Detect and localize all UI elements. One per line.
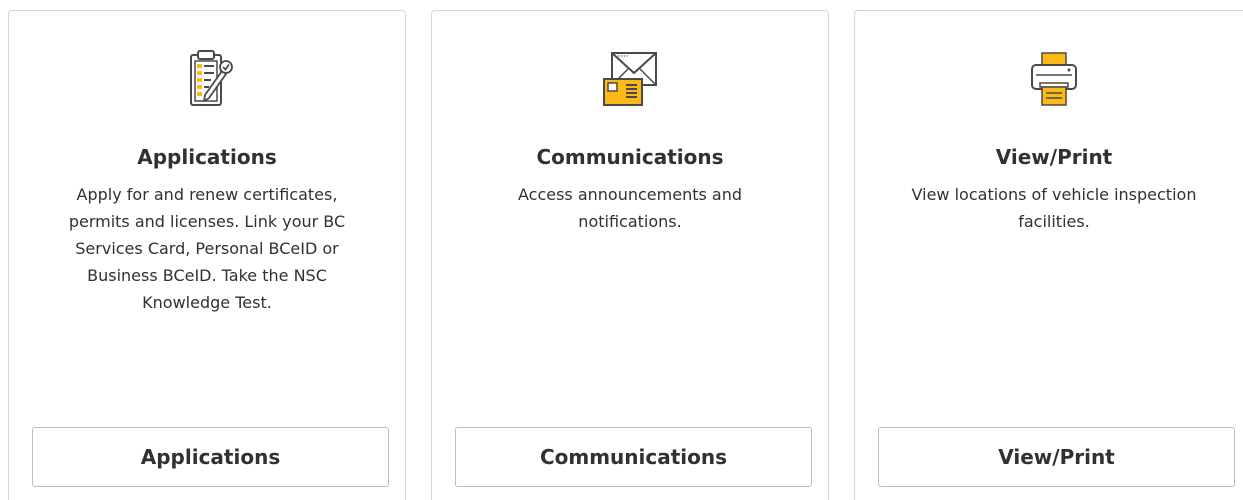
service-cards: Applications Apply for and renew certifi… (0, 0, 1243, 500)
communications-card-title: Communications (536, 145, 724, 169)
applications-button[interactable]: Applications (32, 427, 389, 487)
view-print-card-description: View locations of vehicle inspection fac… (911, 185, 1197, 231)
clipboard-checklist-icon (9, 49, 405, 109)
view-print-card-title: View/Print (995, 145, 1113, 169)
view-print-button[interactable]: View/Print (878, 427, 1235, 487)
view-print-card: View/Print View locations of vehicle ins… (854, 10, 1243, 500)
applications-card-title: Applications (137, 145, 277, 169)
communications-card-description: Access announcements and notifications. (517, 185, 743, 231)
printer-icon (855, 49, 1243, 109)
applications-card: Applications Apply for and renew certifi… (8, 10, 406, 500)
communications-card: Communications Access announcements and … (431, 10, 829, 500)
envelope-letter-icon (432, 49, 828, 109)
communications-button[interactable]: Communications (455, 427, 812, 487)
applications-card-description: Apply for and renew certificates, permit… (68, 185, 346, 312)
